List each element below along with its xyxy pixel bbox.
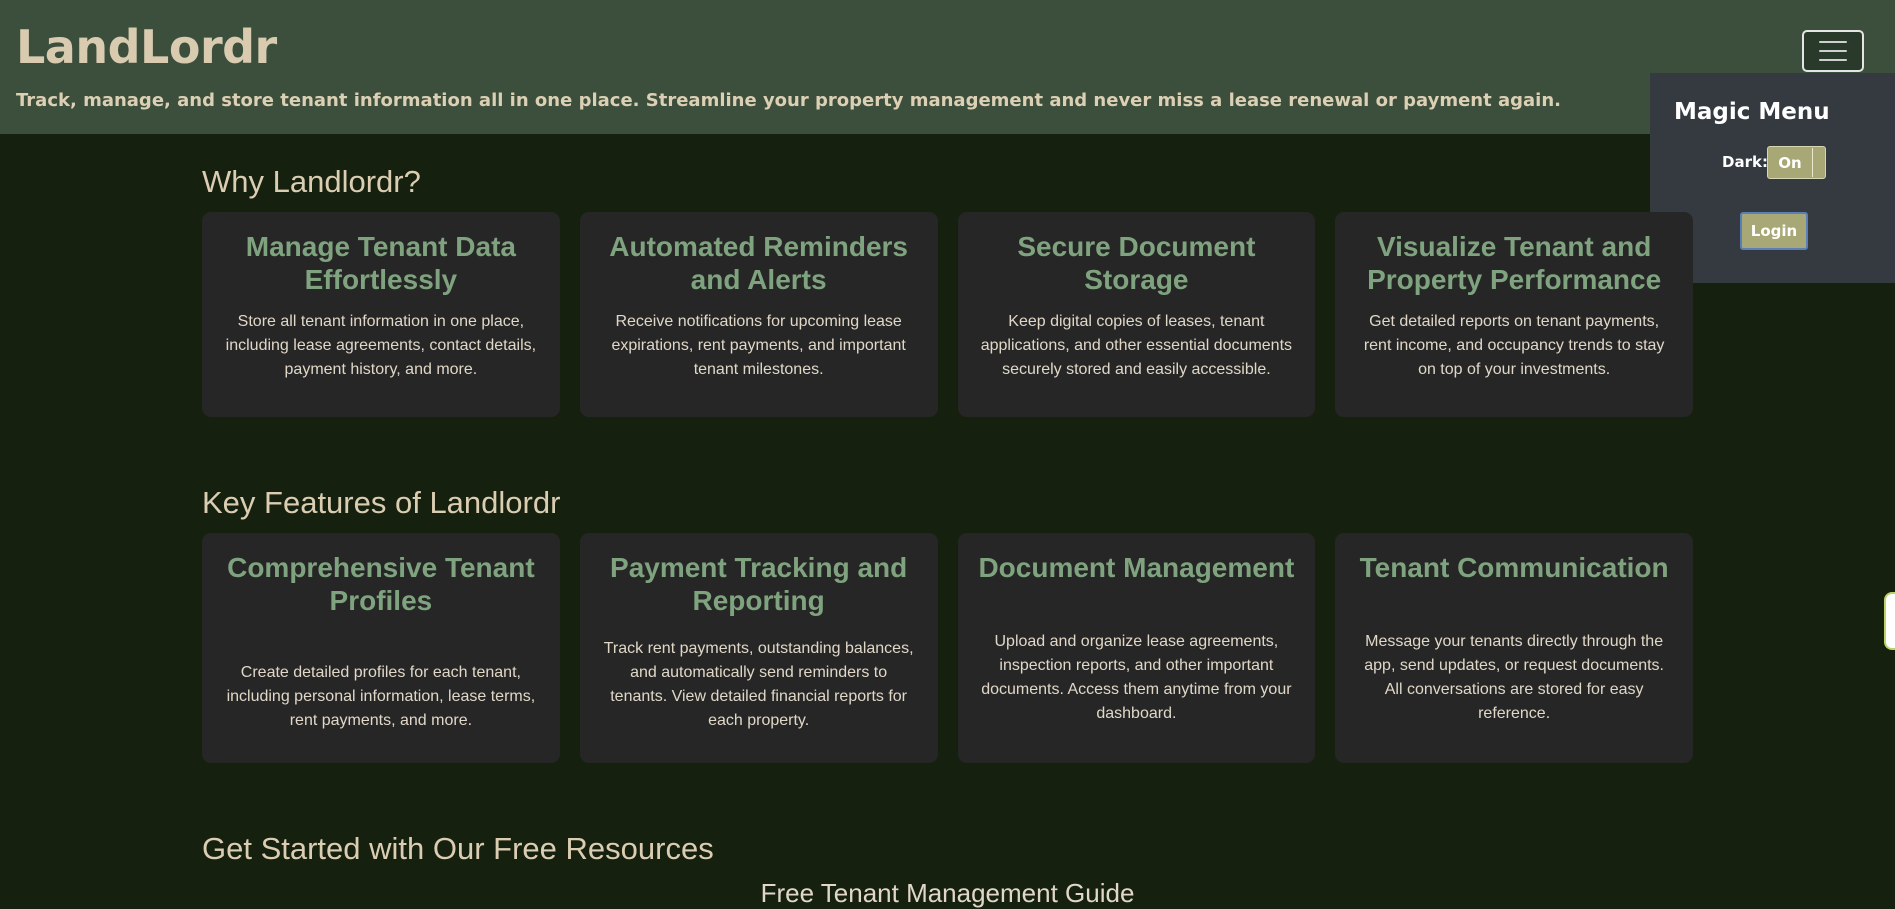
why-card: Secure Document Storage Keep digital cop…	[957, 212, 1316, 417]
card-title: Document Management	[978, 552, 1295, 583]
menu-toggle-button[interactable]	[1802, 30, 1864, 72]
login-button[interactable]: Login	[1740, 212, 1808, 250]
card-text: Track rent payments, outstanding balance…	[603, 640, 914, 729]
card-text: Store all tenant information in one plac…	[225, 313, 537, 378]
feature-card: Payment Tracking and Reporting Track ren…	[579, 533, 938, 763]
why-cards: Manage Tenant Data Effortlessly Store al…	[202, 212, 1693, 417]
dark-mode-toggle-value: On	[1778, 153, 1802, 172]
card-title: Secure Document Storage	[1017, 231, 1256, 295]
feature-card: Comprehensive Tenant Profiles Create det…	[202, 533, 560, 763]
card-text: Receive notifications for upcoming lease…	[611, 313, 906, 378]
card-title: Automated Reminders and Alerts	[609, 231, 908, 295]
feedback-tab-icon[interactable]	[1884, 592, 1895, 650]
card-text: Get detailed reports on tenant payments,…	[1363, 313, 1665, 378]
dark-mode-toggle[interactable]: On	[1767, 146, 1826, 179]
why-card: Visualize Tenant and Property Performanc…	[1335, 212, 1693, 417]
feature-card: Tenant Communication Message your tenant…	[1335, 533, 1693, 763]
site-header: LandLordr Track, manage, and store tenan…	[0, 0, 1895, 134]
magic-menu-title: Magic Menu	[1674, 99, 1830, 125]
feature-cards: Comprehensive Tenant Profiles Create det…	[202, 533, 1693, 763]
resource-item-title[interactable]: Free Tenant Management Guide	[0, 878, 1895, 909]
why-section-title: Why Landlordr?	[202, 164, 421, 199]
card-title: Comprehensive Tenant Profiles	[227, 552, 535, 616]
card-title: Manage Tenant Data Effortlessly	[245, 231, 516, 295]
card-text: Keep digital copies of leases, tenant ap…	[980, 313, 1293, 378]
dark-mode-label: Dark:	[1722, 153, 1768, 171]
feature-card: Document Management Upload and organize …	[957, 533, 1316, 763]
tagline: Track, manage, and store tenant informat…	[16, 90, 1561, 111]
card-text: Create detailed profiles for each tenant…	[226, 664, 536, 729]
why-card: Manage Tenant Data Effortlessly Store al…	[202, 212, 560, 417]
card-title: Visualize Tenant and Property Performanc…	[1367, 231, 1662, 295]
card-text: Message your tenants directly through th…	[1364, 633, 1664, 722]
resources-section-title: Get Started with Our Free Resources	[202, 831, 714, 866]
card-title: Payment Tracking and Reporting	[610, 552, 908, 616]
hamburger-icon	[1819, 41, 1847, 61]
why-card: Automated Reminders and Alerts Receive n…	[579, 212, 938, 417]
toggle-knob	[1812, 148, 1813, 177]
brand-logo-text[interactable]: LandLordr	[16, 20, 277, 74]
card-title: Tenant Communication	[1359, 552, 1669, 583]
features-section-title: Key Features of Landlordr	[202, 485, 561, 520]
card-text: Upload and organize lease agreements, in…	[981, 633, 1292, 722]
